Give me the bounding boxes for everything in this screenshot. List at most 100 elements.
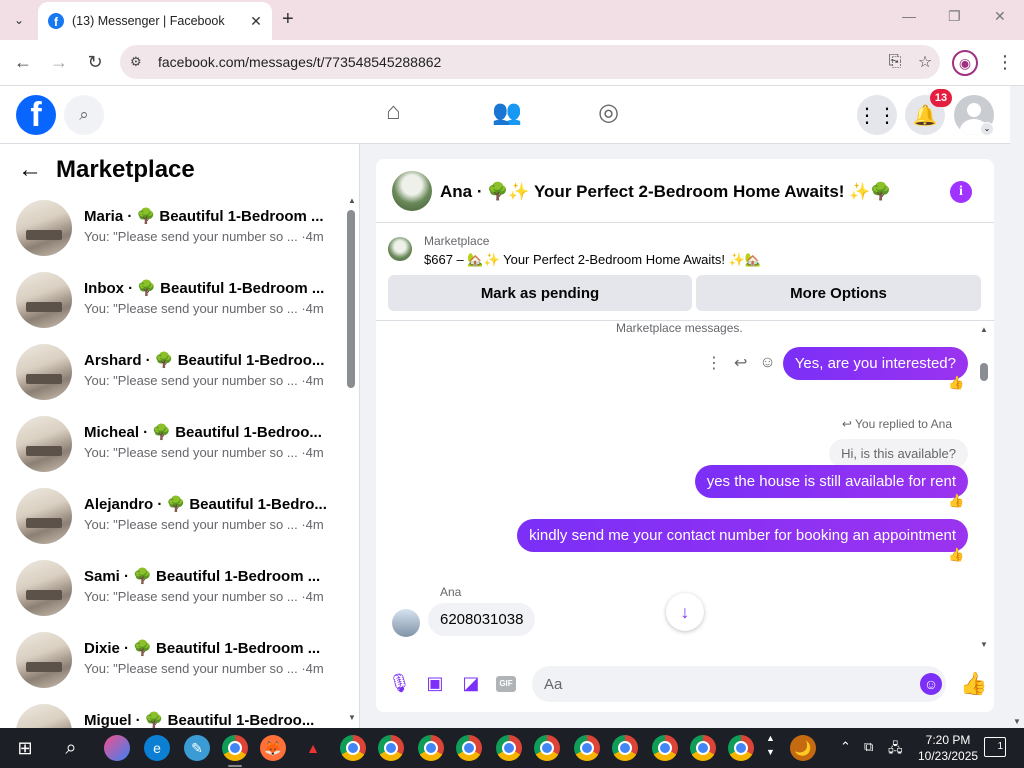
url-text[interactable]: facebook.com/messages/t/773548545288862 xyxy=(158,54,880,70)
scroll-down-icon[interactable]: ▼ xyxy=(348,713,356,722)
minimize-icon[interactable]: — xyxy=(902,8,916,24)
chrome-profile-icon[interactable] xyxy=(378,735,404,761)
clock[interactable]: 7:20 PM 10/23/2025 xyxy=(918,732,978,764)
conversation-item[interactable]: Sami · 🌳 Beautiful 1-Bedroom ... You: "P… xyxy=(16,560,336,620)
chrome-profile-icon[interactable] xyxy=(418,735,444,761)
sender-avatar[interactable] xyxy=(392,609,420,637)
conversation-item[interactable]: Alejandro · 🌳 Beautiful 1-Bedro... You: … xyxy=(16,488,336,548)
scroll-to-bottom-icon[interactable]: ↓ xyxy=(666,593,704,631)
chevron-down-icon[interactable]: ⌄ xyxy=(980,122,994,136)
chrome-profile-icon[interactable] xyxy=(534,735,560,761)
notification-center-icon[interactable]: 1 xyxy=(984,737,1006,757)
reload-icon[interactable]: ↻ xyxy=(84,52,106,73)
listing-price-title[interactable]: $667 – 🏡✨ Your Perfect 2-Bedroom Home Aw… xyxy=(424,252,761,268)
listing-avatar[interactable] xyxy=(392,171,432,211)
copilot-icon[interactable] xyxy=(104,735,130,761)
quoted-message[interactable]: Hi, is this available? xyxy=(829,439,968,468)
back-icon[interactable]: ← xyxy=(12,52,34,73)
install-app-icon[interactable]: ⎘ xyxy=(880,53,910,71)
page-scrollbar[interactable]: ▼ xyxy=(1010,86,1024,728)
network-icon[interactable]: 🖧 xyxy=(888,739,903,761)
weather-widget-icon[interactable]: 🌙 xyxy=(790,735,816,761)
microphone-icon[interactable]: 🎙 xyxy=(388,673,411,694)
conversation-item[interactable]: Inbox · 🌳 Beautiful 1-Bedroom ... You: "… xyxy=(16,272,336,332)
thumbs-up-reaction-icon[interactable]: 👍 xyxy=(948,493,964,509)
browser-menu-icon[interactable]: ⋮ xyxy=(996,52,1014,73)
message-input[interactable] xyxy=(532,666,946,702)
conversations-scrollbar[interactable]: ▲ ▼ xyxy=(346,196,356,726)
close-tab-icon[interactable]: ✕ xyxy=(246,13,266,30)
new-tab-icon[interactable]: + xyxy=(282,8,294,31)
browser-tab-bar: ⌄ f (13) Messenger | Facebook ✕ + — ❐ ✕ xyxy=(0,0,1024,40)
menu-grid-icon[interactable]: ⋮⋮ xyxy=(857,95,897,135)
show-hidden-icons-icon[interactable]: ⌃ xyxy=(840,739,851,755)
mark-as-pending-button[interactable]: Mark as pending xyxy=(388,275,692,311)
start-windows-icon[interactable]: ⊞ xyxy=(12,735,38,761)
taskbar-overflow-icon[interactable]: ▲ ▼ xyxy=(766,731,775,759)
chrome-profile-icon[interactable] xyxy=(652,735,678,761)
chrome-profile-icon[interactable] xyxy=(456,735,482,761)
outgoing-message[interactable]: Yes, are you interested? xyxy=(782,347,968,380)
search-icon[interactable]: ⌕ xyxy=(64,95,104,135)
tray-app-icon[interactable]: ⧉ xyxy=(864,739,873,755)
conversation-item[interactable]: Micheal · 🌳 Beautiful 1-Bedroo... You: "… xyxy=(16,416,336,476)
replied-label: ↩ You replied to Ana xyxy=(841,417,952,431)
paint-icon[interactable]: ✎ xyxy=(184,735,210,761)
conversation-item[interactable]: Maria · 🌳 Beautiful 1-Bedroom ... You: "… xyxy=(16,200,336,260)
firefox-icon[interactable]: 🦊 xyxy=(260,735,286,761)
thread-scrollbar[interactable]: ▲ ▼ xyxy=(978,325,990,649)
thumbs-up-reaction-icon[interactable]: 👍 xyxy=(948,375,964,391)
omnibox[interactable]: ⚙ facebook.com/messages/t/77354854528886… xyxy=(120,45,940,79)
facebook-logo-icon[interactable]: f xyxy=(16,95,56,135)
scrollbar-thumb[interactable] xyxy=(347,210,355,388)
incoming-message[interactable]: 6208031038 xyxy=(428,603,536,636)
groups-icon[interactable]: ◎ xyxy=(598,98,619,127)
outgoing-message[interactable]: yes the house is still available for ren… xyxy=(694,465,968,498)
chrome-profile-icon[interactable] xyxy=(496,735,522,761)
home-icon[interactable]: ⌂ xyxy=(386,98,401,126)
conversation-item[interactable]: Miguel · 🌳 Beautiful 1-Bedroo... xyxy=(16,704,336,728)
scroll-down-icon[interactable]: ▼ xyxy=(1013,717,1021,726)
back-arrow-icon[interactable]: ← xyxy=(18,156,56,184)
chrome-profile-icon[interactable] xyxy=(728,735,754,761)
scrollbar-thumb[interactable] xyxy=(980,363,988,381)
app-icon[interactable]: ▲ xyxy=(300,735,326,761)
browser-tab[interactable]: f (13) Messenger | Facebook ✕ xyxy=(38,2,272,40)
bookmark-star-icon[interactable]: ☆ xyxy=(910,52,940,72)
thumbs-up-reaction-icon[interactable]: 👍 xyxy=(948,547,964,563)
more-actions-icon[interactable]: ⋮ xyxy=(706,353,722,373)
scroll-down-icon[interactable]: ▼ xyxy=(980,640,988,649)
outgoing-message[interactable]: kindly send me your contact number for b… xyxy=(517,519,968,552)
friends-icon[interactable]: 👥 xyxy=(492,98,522,127)
chat-title[interactable]: Ana · 🌳✨ Your Perfect 2-Bedroom Home Awa… xyxy=(440,182,892,202)
reply-icon[interactable]: ↩ xyxy=(734,353,747,373)
time-text: 7:20 PM xyxy=(925,733,971,747)
photo-icon[interactable]: ▣ xyxy=(424,673,446,694)
emoji-icon[interactable]: ☺ xyxy=(920,673,942,695)
chrome-profile-icon[interactable] xyxy=(574,735,600,761)
conversation-item[interactable]: Arshard · 🌳 Beautiful 1-Bedroo... You: "… xyxy=(16,344,336,404)
close-window-icon[interactable]: ✕ xyxy=(994,8,1006,25)
edge-icon[interactable]: e xyxy=(144,735,170,761)
react-emoji-icon[interactable]: ☺ xyxy=(759,354,775,372)
gif-icon[interactable]: GIF xyxy=(496,676,516,692)
search-icon[interactable]: ⌕ xyxy=(58,735,84,761)
tab-search-dropdown-icon[interactable]: ⌄ xyxy=(8,9,30,31)
chrome-profile-icon[interactable] xyxy=(340,735,366,761)
site-info-icon[interactable]: ⚙ xyxy=(130,54,152,70)
send-like-icon[interactable]: 👍 xyxy=(960,671,987,697)
info-icon[interactable]: i xyxy=(950,181,972,203)
listing-thumbnail[interactable] xyxy=(388,237,412,261)
scroll-up-icon[interactable]: ▲ xyxy=(348,196,356,205)
sticker-icon[interactable]: ◪ xyxy=(460,673,482,694)
profile-icon[interactable]: ◉ xyxy=(952,50,978,76)
forward-icon[interactable]: → xyxy=(48,52,70,73)
chrome-profile-icon[interactable] xyxy=(612,735,638,761)
chrome-profile-icon[interactable] xyxy=(690,735,716,761)
conversation-name: Maria · 🌳 Beautiful 1-Bedroom ... xyxy=(84,208,324,225)
restore-icon[interactable]: ❐ xyxy=(948,8,961,25)
chrome-icon[interactable] xyxy=(222,735,248,761)
scroll-up-icon[interactable]: ▲ xyxy=(980,325,988,334)
conversation-item[interactable]: Dixie · 🌳 Beautiful 1-Bedroom ... You: "… xyxy=(16,632,336,692)
more-options-button[interactable]: More Options xyxy=(696,275,981,311)
